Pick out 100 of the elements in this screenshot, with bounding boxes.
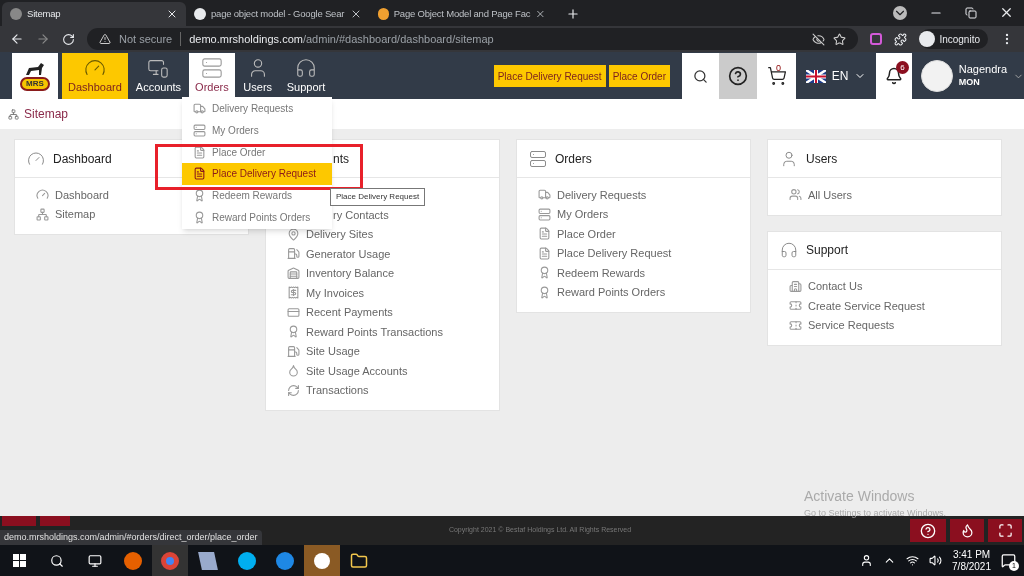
sitemap-link[interactable]: Inventory Balance	[306, 265, 395, 282]
sitemap-link[interactable]: Sitemap	[55, 206, 96, 223]
browser-tab[interactable]: Page Object Model and Page Fac	[370, 2, 554, 26]
language-selector[interactable]: EN	[796, 53, 876, 99]
dropdown-item[interactable]: Delivery Requests	[182, 98, 332, 120]
browser-tab[interactable]: page object model - Google Sear	[186, 2, 370, 26]
sitemap-link[interactable]: All Users	[808, 186, 852, 203]
restore-icon[interactable]	[965, 7, 977, 19]
url-path: /admin/#dashboard/dashboard/sitemap	[302, 31, 494, 47]
item-icon	[287, 325, 300, 339]
search-button[interactable]	[682, 53, 719, 99]
fullscreen-button[interactable]	[988, 519, 1022, 542]
quick-action-button[interactable]: Place Order	[608, 65, 670, 87]
item-icon	[538, 246, 551, 260]
nav-tab[interactable]: Orders	[189, 53, 235, 99]
sitemap-link[interactable]: Create Service Request	[808, 297, 925, 314]
task-view-icon[interactable]	[88, 553, 102, 568]
tab-title: Sitemap	[27, 6, 62, 21]
sitemap-link[interactable]: Delivery Sites	[306, 226, 374, 243]
sitemap-link[interactable]: Dashboard	[55, 186, 109, 203]
incognito-avatar-icon	[919, 31, 936, 47]
sitemap-link[interactable]: Transactions	[306, 382, 369, 399]
forward-icon[interactable]	[36, 32, 50, 46]
browser-tab[interactable]: Sitemap	[2, 2, 186, 26]
activation-hint: Go to Settings to activate Windows.	[804, 507, 947, 520]
sitemap-link[interactable]: Reward Points Transactions	[306, 323, 443, 340]
nav-tab[interactable]: Support	[280, 53, 332, 99]
close-icon[interactable]	[166, 8, 178, 20]
nav-tab[interactable]: Dashboard	[62, 53, 128, 99]
quick-action-button[interactable]: Place Delivery Request	[493, 65, 606, 87]
close-icon[interactable]	[999, 5, 1014, 20]
help-button[interactable]	[910, 519, 946, 542]
notifications-button[interactable]: 6	[876, 53, 912, 99]
menu-item-icon	[193, 145, 206, 159]
nav-icon	[200, 56, 223, 79]
item-icon	[287, 227, 300, 241]
people-icon[interactable]	[860, 554, 874, 567]
color-extension-icon[interactable]	[870, 33, 883, 45]
search-icon	[693, 68, 708, 84]
bookmark-star-icon[interactable]	[833, 32, 847, 46]
sitemap-link[interactable]: Site Usage	[306, 343, 360, 360]
dropdown-item[interactable]: Reward Points Orders	[182, 206, 332, 229]
security-label: Not secure	[119, 31, 173, 47]
help-button[interactable]	[719, 53, 757, 99]
sitemap-link[interactable]: Site Usage Accounts	[306, 362, 408, 379]
search-icon[interactable]	[50, 553, 64, 568]
volume-icon[interactable]	[929, 554, 943, 567]
flame-button[interactable]	[950, 519, 984, 542]
avatar-icon	[921, 60, 953, 92]
sitemap-link[interactable]: Place Delivery Request	[557, 245, 672, 262]
back-icon[interactable]	[10, 32, 24, 46]
nav-tab[interactable]: Users	[236, 53, 279, 99]
chat-app-icon[interactable]	[276, 551, 294, 570]
app-icon[interactable]	[198, 551, 218, 570]
clock-time: 3:41 PM	[952, 548, 991, 561]
network-icon[interactable]	[906, 554, 920, 567]
folder-icon[interactable]	[350, 551, 368, 570]
reload-icon[interactable]	[62, 32, 75, 46]
sitemap-link[interactable]: My Invoices	[306, 284, 365, 301]
address-field[interactable]: Not secure demo.mrsholdings.com/admin/#dashboard/dashboard/sitemap	[87, 28, 859, 50]
dropdown-item[interactable]: Place Delivery Request	[182, 163, 332, 185]
nav-icon	[294, 56, 317, 79]
menu-item-icon	[193, 102, 206, 116]
item-icon	[538, 227, 551, 241]
card-title: Support	[806, 242, 849, 259]
url-host: demo.mrsholdings.com	[189, 31, 303, 47]
dropdown-item[interactable]: Place Order	[182, 141, 332, 164]
user-menu[interactable]: Nagendra MON	[912, 53, 1024, 99]
sitemap-link[interactable]: Reward Points Orders	[557, 284, 666, 301]
section-icon	[529, 149, 547, 168]
dropdown-item[interactable]: My Orders	[182, 119, 332, 142]
clock[interactable]: 3:41 PM 7/8/2021	[952, 548, 991, 573]
menu-item-label: Place Delivery Request	[212, 167, 316, 182]
sitemap-link[interactable]: Delivery Requests	[557, 186, 647, 203]
nav-tab[interactable]: Accounts	[129, 53, 188, 99]
item-icon	[538, 207, 551, 221]
incognito-badge[interactable]: Incognito	[919, 29, 988, 49]
mrs-logo[interactable]: MRS	[12, 53, 58, 99]
sitemap-link[interactable]: Service Requests	[808, 317, 895, 334]
tab-search-icon[interactable]	[893, 6, 907, 20]
sitemap-link[interactable]: ry Contacts	[333, 206, 389, 223]
new-tab-icon[interactable]	[566, 7, 580, 21]
eye-slash-icon[interactable]	[812, 32, 826, 46]
close-icon[interactable]	[350, 8, 362, 20]
sitemap-link[interactable]: My Orders	[557, 206, 609, 223]
sitemap-link[interactable]: Redeem Rewards	[557, 264, 646, 281]
status-url: demo.mrsholdings.com/admin/#orders/direct_order/place_order	[0, 530, 262, 545]
sitemap-link[interactable]: Place Order	[557, 225, 616, 242]
cart-button[interactable]: 0	[757, 53, 796, 99]
extensions-icon[interactable]	[894, 32, 908, 46]
clock-date: 7/8/2021	[952, 560, 991, 573]
user-org: MON	[958, 76, 981, 89]
sitemap-link[interactable]: Recent Payments	[306, 304, 393, 321]
page-title: Sitemap	[24, 106, 69, 123]
sitemap-link[interactable]: Generator Usage	[306, 245, 391, 262]
item-icon	[287, 383, 300, 397]
tab-favicon-icon	[10, 8, 22, 20]
item-icon	[538, 285, 551, 299]
sitemap-link[interactable]: Contact Us	[808, 278, 863, 295]
tab-favicon-icon	[378, 8, 389, 20]
